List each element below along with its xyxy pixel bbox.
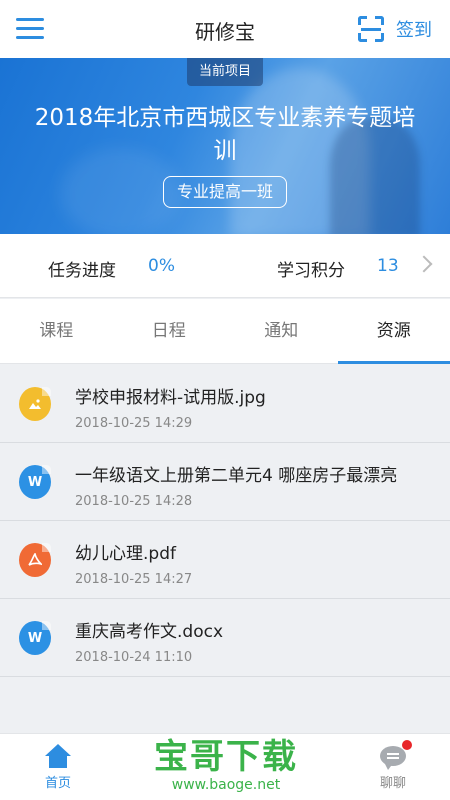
list-item[interactable]: 幼儿心理.pdf 2018-10-25 14:27 (0, 521, 450, 599)
list-item[interactable]: W 一年级语文上册第二单元4 哪座房子最漂亮 2018-10-25 14:28 (0, 443, 450, 521)
checkin-button[interactable]: 签到 (358, 14, 432, 44)
nav-home-label: 首页 (44, 776, 71, 791)
nav-chat[interactable]: 聊聊 (358, 740, 428, 791)
image-file-icon (19, 387, 51, 421)
watermark: 宝哥下载 www.baoge.net (148, 737, 304, 793)
chevron-right-icon[interactable] (415, 255, 433, 273)
list-item[interactable]: W 重庆高考作文.docx 2018-10-24 11:10 (0, 599, 450, 677)
class-badge[interactable]: 专业提高一班 (163, 176, 287, 208)
scan-icon (358, 16, 384, 42)
word-file-icon: W (19, 621, 51, 655)
points-value: 13 (377, 256, 399, 276)
top-bar: 研修宝 签到 (0, 0, 450, 58)
progress-value: 0% (148, 256, 175, 276)
checkin-label: 签到 (396, 20, 432, 41)
file-time: 2018-10-25 14:29 (75, 416, 193, 431)
tab-notices[interactable]: 通知 (225, 299, 338, 363)
current-project-tag: 当前项目 (187, 58, 263, 86)
project-title: 2018年北京市西城区专业素养专题培训 (34, 105, 416, 164)
home-icon (45, 744, 71, 768)
file-time: 2018-10-25 14:28 (75, 494, 193, 509)
file-time: 2018-10-25 14:27 (75, 572, 193, 587)
tab-bar: 课程 日程 通知 资源 (0, 299, 450, 364)
file-name: 学校申报材料-试用版.jpg (75, 388, 266, 408)
watermark-url: www.baoge.net (171, 777, 281, 793)
points-label: 学习积分 (277, 261, 345, 281)
progress-label: 任务进度 (48, 261, 116, 281)
pdf-file-icon (19, 543, 51, 577)
stats-bar[interactable]: 任务进度 0% 学习积分 13 (0, 234, 450, 298)
word-file-icon: W (19, 465, 51, 499)
file-name: 一年级语文上册第二单元4 哪座房子最漂亮 (75, 466, 398, 486)
watermark-text: 宝哥下载 (154, 737, 298, 777)
file-name: 重庆高考作文.docx (75, 622, 224, 642)
nav-chat-label: 聊聊 (379, 776, 406, 791)
resource-list: 学校申报材料-试用版.jpg 2018-10-25 14:29 W 一年级语文上… (0, 365, 450, 677)
project-banner: 当前项目 2018年北京市西城区专业素养专题培训 专业提高一班 (0, 58, 450, 234)
chat-icon (380, 740, 412, 770)
file-name: 幼儿心理.pdf (75, 544, 176, 564)
file-time: 2018-10-24 11:10 (75, 650, 193, 665)
tab-resources[interactable]: 资源 (337, 299, 450, 364)
tab-schedule[interactable]: 日程 (113, 299, 226, 363)
list-item[interactable]: 学校申报材料-试用版.jpg 2018-10-25 14:29 (0, 365, 450, 443)
tab-courses[interactable]: 课程 (0, 299, 113, 363)
notification-dot (402, 740, 412, 750)
nav-home[interactable]: 首页 (23, 744, 93, 791)
